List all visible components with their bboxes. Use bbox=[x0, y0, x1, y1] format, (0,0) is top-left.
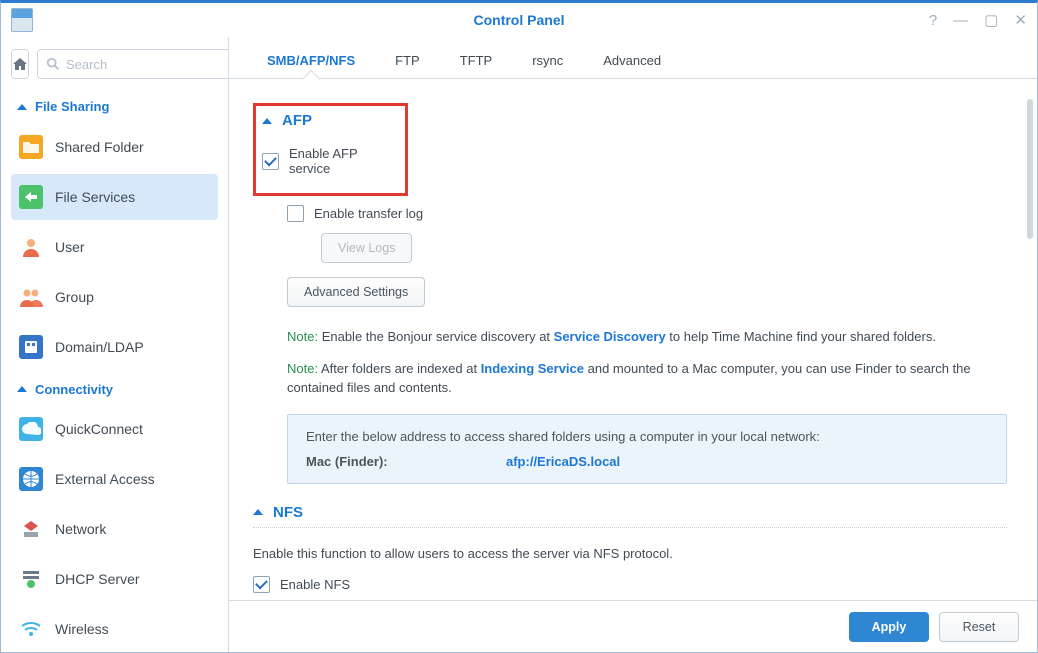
sidebar: File Sharing Shared Folder File Services… bbox=[1, 37, 229, 652]
sidebar-item-label: QuickConnect bbox=[55, 421, 143, 437]
checkbox-enable-nfs[interactable] bbox=[253, 576, 270, 593]
tab-smb-afp-nfs[interactable]: SMB/AFP/NFS bbox=[247, 43, 375, 78]
chevron-up-icon bbox=[262, 118, 272, 124]
checkbox-label: Enable AFP service bbox=[289, 146, 397, 176]
app-icon bbox=[11, 8, 33, 32]
row-enable-nfs: Enable NFS bbox=[253, 573, 1007, 596]
scrollbar-thumb[interactable] bbox=[1027, 99, 1033, 239]
address-value: afp://EricaDS.local bbox=[506, 454, 620, 469]
main-panel: SMB/AFP/NFS FTP TFTP rsync Advanced AFP … bbox=[229, 37, 1037, 652]
sidebar-item-label: Domain/LDAP bbox=[55, 339, 144, 355]
group-icon bbox=[19, 285, 43, 309]
tabs: SMB/AFP/NFS FTP TFTP rsync Advanced bbox=[229, 37, 1037, 79]
section-nfs-header[interactable]: NFS bbox=[253, 504, 1007, 528]
home-icon bbox=[12, 56, 28, 72]
apply-button[interactable]: Apply bbox=[849, 612, 929, 642]
category-label: Connectivity bbox=[35, 382, 113, 397]
home-button[interactable] bbox=[11, 49, 29, 79]
tab-advanced[interactable]: Advanced bbox=[583, 43, 681, 78]
window-title: Control Panel bbox=[1, 12, 1037, 28]
external-access-icon bbox=[19, 467, 43, 491]
address-row-mac: Mac (Finder): afp://EricaDS.local bbox=[306, 454, 988, 469]
row-enable-afp: Enable AFP service bbox=[262, 143, 397, 179]
sidebar-item-label: DHCP Server bbox=[55, 571, 140, 587]
note-2: Note: After folders are indexed at Index… bbox=[253, 353, 1007, 404]
advanced-settings-button[interactable]: Advanced Settings bbox=[287, 277, 425, 307]
quickconnect-icon bbox=[19, 417, 43, 441]
content: AFP Enable AFP service Enable transfer l… bbox=[229, 79, 1037, 600]
body: File Sharing Shared Folder File Services… bbox=[1, 37, 1037, 652]
sidebar-item-wireless[interactable]: Wireless bbox=[11, 606, 218, 652]
search-box[interactable] bbox=[37, 49, 229, 79]
wireless-icon bbox=[19, 617, 43, 641]
window-controls: ? — ▢ ✕ bbox=[929, 13, 1027, 28]
view-logs-button[interactable]: View Logs bbox=[321, 233, 412, 263]
sidebar-item-quickconnect[interactable]: QuickConnect bbox=[11, 407, 218, 453]
section-title: NFS bbox=[273, 504, 303, 521]
help-icon[interactable]: ? bbox=[929, 13, 937, 28]
scrollbar[interactable] bbox=[1027, 99, 1033, 459]
sidebar-item-network[interactable]: Network bbox=[11, 506, 218, 552]
close-icon[interactable]: ✕ bbox=[1014, 13, 1027, 28]
sidebar-item-shared-folder[interactable]: Shared Folder bbox=[11, 124, 218, 170]
sidebar-item-domain-ldap[interactable]: Domain/LDAP bbox=[11, 324, 218, 370]
tab-tftp[interactable]: TFTP bbox=[440, 43, 513, 78]
link-indexing-service[interactable]: Indexing Service bbox=[481, 361, 584, 376]
sidebar-item-file-services[interactable]: File Services bbox=[11, 174, 218, 220]
sidebar-item-group[interactable]: Group bbox=[11, 274, 218, 320]
afp-highlight-box: AFP Enable AFP service bbox=[253, 103, 408, 196]
file-services-icon bbox=[19, 185, 43, 209]
link-service-discovery[interactable]: Service Discovery bbox=[554, 329, 666, 344]
chevron-up-icon bbox=[253, 509, 263, 515]
sidebar-item-label: Wireless bbox=[55, 621, 109, 637]
category-file-sharing[interactable]: File Sharing bbox=[11, 91, 218, 120]
sidebar-item-dhcp-server[interactable]: DHCP Server bbox=[11, 556, 218, 602]
chevron-up-icon bbox=[17, 386, 27, 392]
sidebar-item-label: File Services bbox=[55, 189, 135, 205]
sidebar-item-label: External Access bbox=[55, 471, 155, 487]
row-transfer-log: Enable transfer log bbox=[287, 202, 1007, 225]
checkbox-transfer-log[interactable] bbox=[287, 205, 304, 222]
address-intro: Enter the below address to access shared… bbox=[306, 429, 988, 444]
category-label: File Sharing bbox=[35, 99, 109, 114]
nfs-description: Enable this function to allow users to a… bbox=[253, 542, 1007, 573]
note-1: Note: Enable the Bonjour service discove… bbox=[253, 321, 1007, 353]
tab-ftp[interactable]: FTP bbox=[375, 43, 440, 78]
minimize-icon[interactable]: — bbox=[953, 13, 968, 28]
checkbox-label: Enable NFS bbox=[280, 577, 350, 592]
address-label: Mac (Finder): bbox=[306, 454, 506, 469]
sidebar-item-label: Shared Folder bbox=[55, 139, 144, 155]
section-title: AFP bbox=[282, 112, 312, 129]
sidebar-top-row bbox=[11, 49, 218, 79]
user-icon bbox=[19, 235, 43, 259]
sidebar-item-label: Network bbox=[55, 521, 106, 537]
search-input[interactable] bbox=[66, 57, 229, 72]
sidebar-item-user[interactable]: User bbox=[11, 224, 218, 270]
checkbox-enable-afp[interactable] bbox=[262, 153, 279, 170]
footer: Apply Reset bbox=[229, 600, 1037, 652]
search-icon bbox=[46, 57, 60, 71]
reset-button[interactable]: Reset bbox=[939, 612, 1019, 642]
category-connectivity[interactable]: Connectivity bbox=[11, 374, 218, 403]
tab-rsync[interactable]: rsync bbox=[512, 43, 583, 78]
maximize-icon[interactable]: ▢ bbox=[984, 13, 998, 28]
dhcp-server-icon bbox=[19, 567, 43, 591]
titlebar: Control Panel ? — ▢ ✕ bbox=[1, 3, 1037, 37]
sidebar-item-label: User bbox=[55, 239, 85, 255]
sidebar-item-label: Group bbox=[55, 289, 94, 305]
sidebar-item-external-access[interactable]: External Access bbox=[11, 456, 218, 502]
shared-folder-icon bbox=[19, 135, 43, 159]
network-icon bbox=[19, 517, 43, 541]
address-info-box: Enter the below address to access shared… bbox=[287, 414, 1007, 484]
chevron-up-icon bbox=[17, 104, 27, 110]
control-panel-window: Control Panel ? — ▢ ✕ File Sharing bbox=[0, 0, 1038, 653]
section-afp-header[interactable]: AFP bbox=[262, 112, 397, 133]
domain-ldap-icon bbox=[19, 335, 43, 359]
checkbox-label: Enable transfer log bbox=[314, 206, 423, 221]
